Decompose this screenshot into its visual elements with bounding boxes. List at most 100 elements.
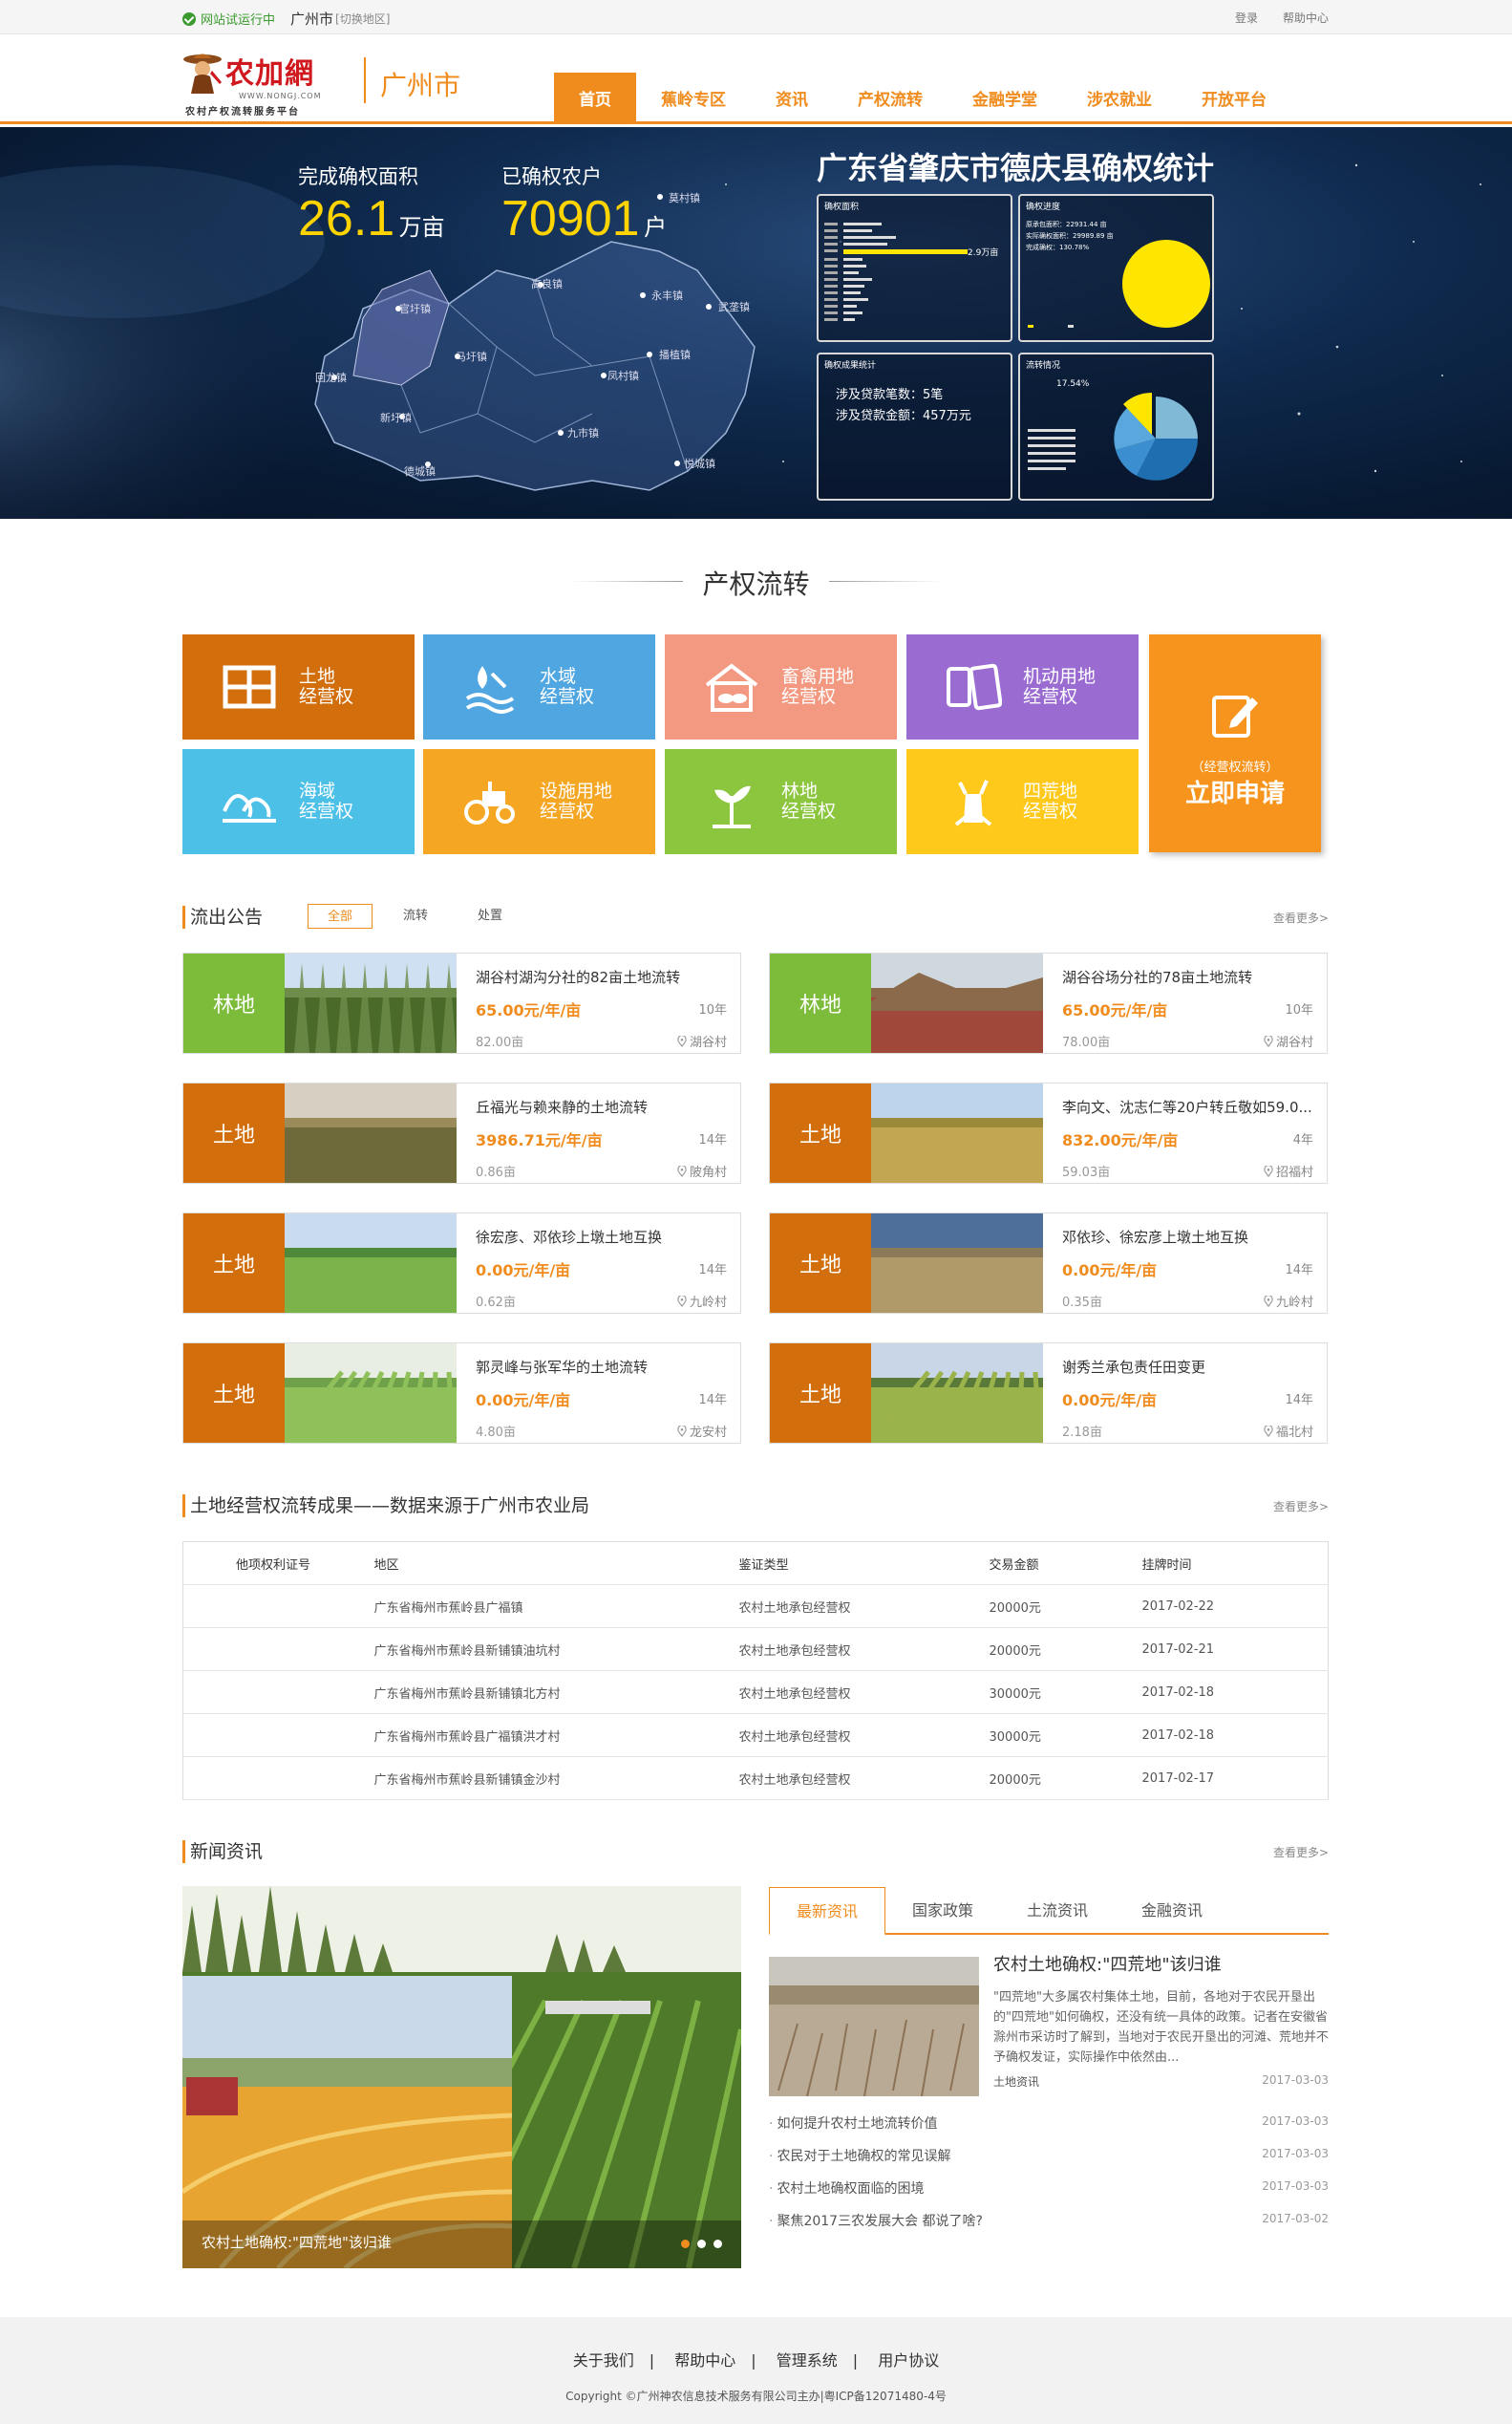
tab-land-news[interactable]: 土流资讯 [1000, 1887, 1115, 1933]
tab-latest[interactable]: 最新资讯 [769, 1887, 886, 1936]
listing-title[interactable]: 邓依珍、徐宏彦上墩土地互换 [1062, 1227, 1320, 1247]
headline-title[interactable]: 农村土地确权:"四荒地"该归谁 [993, 1951, 1222, 1976]
nav-property-transfer[interactable]: 产权流转 [833, 73, 948, 124]
news-list-item[interactable]: · 农民对于土地确权的常见误解 2017-03-03 [769, 2146, 1329, 2165]
header-divider [364, 57, 366, 103]
outflow-card[interactable]: 土地 丘福光与赖来静的土地流转 3986.71元/年/亩 14年 0.86亩 陂… [182, 1083, 741, 1184]
table-row[interactable]: 广东省梅州市蕉岭县新铺镇金沙村 农村土地承包经营权 20000元 2017-02-17 [182, 1756, 1329, 1800]
listing-title[interactable]: 丘福光与赖来静的土地流转 [476, 1097, 734, 1117]
listing-area: 4.80亩 [476, 1426, 516, 1440]
headline-category[interactable]: 土地资讯 [993, 2073, 1039, 2090]
footer-about-link[interactable]: 关于我们 [558, 2351, 650, 2370]
land-photo[interactable] [871, 954, 1043, 1053]
news-list-item[interactable]: · 农村土地确权面临的困境 2017-03-03 [769, 2178, 1329, 2198]
nav-home[interactable]: 首页 [554, 73, 636, 124]
tile-mobile-land[interactable]: 机动用地 经营权 [906, 634, 1139, 740]
footer-terms-link[interactable]: 用户协议 [862, 2351, 954, 2370]
tab-finance-news[interactable]: 金融资讯 [1115, 1887, 1229, 1933]
nav-jiaoling[interactable]: 蕉岭专区 [636, 73, 751, 124]
listing-title[interactable]: 李向文、沈志仁等20户转丘敬如59.0... [1062, 1097, 1320, 1117]
tile-forest[interactable]: 林地 经营权 [665, 749, 897, 854]
listing-title[interactable]: 徐宏彦、邓依珍上墩土地互换 [476, 1227, 734, 1247]
slide-dot[interactable] [713, 2240, 722, 2248]
filter-all[interactable]: 全部 [308, 904, 373, 929]
news-list-item[interactable]: · 如何提升农村土地流转价值 2017-03-03 [769, 2113, 1329, 2133]
tile-water[interactable]: 水域 经营权 [423, 634, 655, 740]
tile-livestock[interactable]: 畜禽用地 经营权 [665, 634, 897, 740]
slide-dot[interactable] [697, 2240, 706, 2248]
listing-title[interactable]: 湖谷谷场分社的78亩土地流转 [1062, 967, 1320, 987]
nav-open-platform[interactable]: 开放平台 [1177, 73, 1291, 124]
site-logo[interactable]: 农加網 WWW.NONGJ.COM 农村产权流转服务平台 [183, 44, 355, 118]
location-pin-icon [677, 1424, 687, 1437]
slide-dot[interactable] [681, 2240, 690, 2248]
tile-land[interactable]: 土地 经营权 [182, 634, 415, 740]
news-item-title[interactable]: 如何提升农村土地流转价值 [777, 2116, 937, 2132]
town-label: 官圩镇 [399, 303, 431, 315]
tile-wasteland[interactable]: 四荒地 经营权 [906, 749, 1139, 854]
listing-area: 2.18亩 [1062, 1426, 1102, 1440]
listing-title[interactable]: 谢秀兰承包责任田变更 [1062, 1357, 1320, 1377]
panel-title: 确权成果统计 [824, 361, 877, 371]
nav-finance[interactable]: 金融学堂 [948, 73, 1062, 124]
news-list-item[interactable]: · 聚焦2017三农发展大会 都说了啥? 2017-03-02 [769, 2211, 1329, 2230]
tile-sea[interactable]: 海域 经营权 [182, 749, 415, 854]
outflow-card[interactable]: 土地 谢秀兰承包责任田变更 0.00元/年/亩 14年 2.18亩 福北村 [769, 1342, 1328, 1444]
listing-years: 4年 [1292, 1133, 1313, 1148]
location-pin-icon [677, 1294, 687, 1307]
cell-region: 广东省梅州市蕉岭县新铺镇北方村 [373, 1670, 739, 1714]
footer-help-link[interactable]: 帮助中心 [659, 2351, 751, 2370]
news-item-title[interactable]: 农民对于土地确权的常见误解 [777, 2149, 950, 2164]
news-item-title[interactable]: 农村土地确权面临的困境 [777, 2181, 924, 2197]
land-photo[interactable] [285, 1343, 457, 1443]
nav-news[interactable]: 资讯 [751, 73, 833, 124]
table-row[interactable]: 广东省梅州市蕉岭县广福镇洪才村 农村土地承包经营权 30000元 2017-02-18 [182, 1713, 1329, 1757]
news-item-title[interactable]: 聚焦2017三农发展大会 都说了啥? [777, 2214, 983, 2229]
outflow-card[interactable]: 土地 郭灵峰与张军华的土地流转 0.00元/年/亩 14年 4.80亩 龙安村 [182, 1342, 741, 1444]
check-icon [182, 11, 196, 26]
nav-jobs[interactable]: 涉农就业 [1062, 73, 1177, 124]
help-center-link[interactable]: 帮助中心 [1283, 10, 1329, 26]
outflow-card[interactable]: 土地 李向文、沈志仁等20户转丘敬如59.0... 832.00元/年/亩 4年… [769, 1083, 1328, 1184]
land-photo[interactable] [285, 1083, 457, 1183]
area-bar-chart [824, 223, 968, 321]
land-photo[interactable] [871, 1213, 1043, 1313]
apply-now-button[interactable]: （经营权流转） 立即申请 [1149, 634, 1321, 852]
footer-admin-link[interactable]: 管理系统 [761, 2351, 853, 2370]
outflow-more-link[interactable]: 查看更多> [1273, 910, 1329, 926]
land-photo[interactable] [285, 954, 457, 1053]
news-item-date: 2017-03-03 [1262, 2179, 1329, 2193]
news-slideshow[interactable]: 农村土地确权:"四荒地"该归谁 [182, 1886, 741, 2268]
land-photo[interactable] [871, 1343, 1043, 1443]
outflow-card[interactable]: 林地 湖谷谷场分社的78亩土地流转 65.00元/年/亩 10年 78.00亩 … [769, 953, 1328, 1054]
banner-background [0, 127, 1481, 519]
login-link[interactable]: 登录 [1235, 10, 1258, 26]
land-photo[interactable] [285, 1213, 457, 1313]
confirmed-farmers-stat: 已确权农户 70901 户 [501, 161, 667, 247]
headline-thumbnail[interactable] [769, 1957, 979, 2096]
listing-area: 59.03亩 [1062, 1166, 1111, 1180]
filter-disposal[interactable]: 处置 [458, 904, 522, 929]
tractor-icon [461, 773, 519, 830]
news-more-link[interactable]: 查看更多> [1273, 1844, 1329, 1860]
filter-transfer[interactable]: 流转 [384, 904, 447, 929]
outflow-card[interactable]: 土地 徐宏彦、邓依珍上墩土地互换 0.00元/年/亩 14年 0.62亩 九岭村 [182, 1212, 741, 1314]
land-photo[interactable] [871, 1083, 1043, 1183]
switch-region-link[interactable]: [切换地区] [335, 11, 390, 27]
land-type-tag: 土地 [183, 1213, 285, 1313]
cell-type: 农村土地承包经营权 [738, 1756, 990, 1800]
listing-title[interactable]: 郭灵峰与张军华的土地流转 [476, 1357, 734, 1377]
tile-facility[interactable]: 设施用地 经营权 [423, 749, 655, 854]
tab-policy[interactable]: 国家政策 [885, 1887, 1000, 1933]
table-row[interactable]: 广东省梅州市蕉岭县新铺镇油坑村 农村土地承包经营权 20000元 2017-02-21 [182, 1627, 1329, 1671]
outflow-card[interactable]: 林地 湖谷村湖沟分社的82亩土地流转 65.00元/年/亩 10年 82.00亩… [182, 953, 741, 1054]
table-row[interactable]: 广东省梅州市蕉岭县广福镇 农村土地承包经营权 20000元 2017-02-22 [182, 1584, 1329, 1628]
stats-banner[interactable]: 莫村镇 高良镇 永丰镇 武垄镇 官圩镇 马圩镇 播植镇 凤村镇 回龙镇 新圩镇 … [0, 127, 1512, 519]
news-item-date: 2017-03-02 [1262, 2212, 1329, 2225]
logo-subtitle: 农村产权流转服务平台 [185, 107, 300, 118]
table-row[interactable]: 广东省梅州市蕉岭县新铺镇北方村 农村土地承包经营权 30000元 2017-02-18 [182, 1670, 1329, 1714]
listing-title[interactable]: 湖谷村湖沟分社的82亩土地流转 [476, 967, 734, 987]
listing-price: 3986.71元/年/亩 [476, 1131, 603, 1149]
outflow-card[interactable]: 土地 邓依珍、徐宏彦上墩土地互换 0.00元/年/亩 14年 0.35亩 九岭村 [769, 1212, 1328, 1314]
results-more-link[interactable]: 查看更多> [1273, 1498, 1329, 1514]
